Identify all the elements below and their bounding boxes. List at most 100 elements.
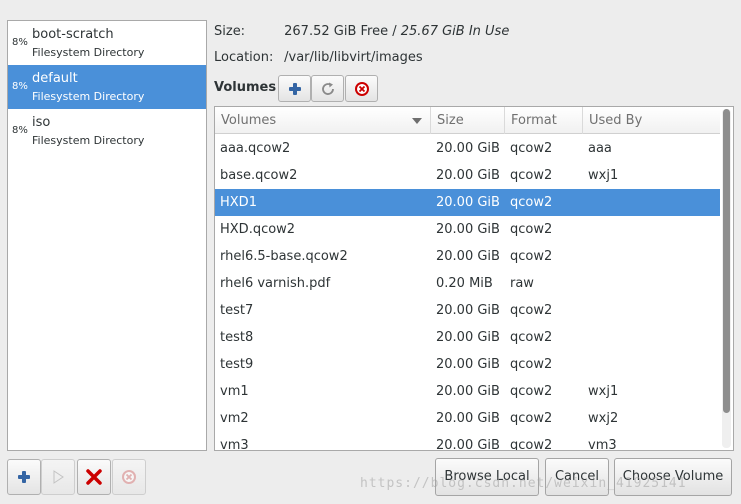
- delete-volume-button[interactable]: [345, 75, 378, 102]
- volume-size: 20.00 GiB: [436, 411, 500, 426]
- volume-name: rhel6 varnish.pdf: [220, 276, 331, 291]
- table-row[interactable]: test8 20.00 GiB qcow2: [215, 324, 720, 351]
- pool-location-row: Location: /var/lib/libvirt/images: [214, 50, 423, 65]
- volume-format: qcow2: [510, 249, 553, 264]
- column-header-size[interactable]: Size: [431, 107, 505, 134]
- volume-size: 0.20 MiB: [436, 276, 493, 291]
- pool-name: iso: [32, 115, 51, 130]
- volume-name: vm1: [220, 384, 249, 399]
- add-pool-button[interactable]: [7, 459, 41, 495]
- volume-format: qcow2: [510, 303, 553, 318]
- volume-name: rhel6.5-base.qcow2: [220, 249, 348, 264]
- volume-size: 20.00 GiB: [436, 357, 500, 372]
- delete-icon: [354, 81, 369, 96]
- table-row[interactable]: test7 20.00 GiB qcow2: [215, 297, 720, 324]
- refresh-icon: [321, 82, 334, 95]
- volume-name: test7: [220, 303, 254, 318]
- vertical-scrollbar[interactable]: [722, 109, 731, 448]
- volume-format: qcow2: [510, 168, 553, 183]
- table-row[interactable]: rhel6 varnish.pdf 0.20 MiB raw: [215, 270, 720, 297]
- volume-table[interactable]: Volumes Size Format Used By aaa.qcow2 20…: [214, 106, 734, 451]
- pool-name: default: [32, 71, 78, 86]
- pool-size-row: Size: 267.52 GiB Free / 25.67 GiB In Use: [214, 24, 509, 39]
- volume-format: qcow2: [510, 195, 553, 210]
- location-label: Location:: [214, 50, 274, 65]
- table-row[interactable]: vm3 20.00 GiB qcow2 vm3: [215, 432, 720, 451]
- volume-format: qcow2: [510, 141, 553, 156]
- volume-size: 20.00 GiB: [436, 303, 500, 318]
- volume-format: raw: [510, 276, 534, 291]
- table-row[interactable]: rhel6.5-base.qcow2 20.00 GiB qcow2: [215, 243, 720, 270]
- add-volume-button[interactable]: [278, 75, 311, 102]
- scrollbar-thumb[interactable]: [723, 109, 730, 413]
- volume-size: 20.00 GiB: [436, 141, 500, 156]
- pool-type: Filesystem Directory: [32, 90, 145, 103]
- table-row[interactable]: vm2 20.00 GiB qcow2 wxj2: [215, 405, 720, 432]
- pool-usage-percent: 8%: [12, 37, 28, 48]
- play-icon: [53, 470, 64, 484]
- volume-format: qcow2: [510, 384, 553, 399]
- volume-used-by: aaa: [588, 141, 612, 156]
- refresh-volumes-button[interactable]: [311, 75, 344, 102]
- size-value: 267.52 GiB Free / 25.67 GiB In Use: [284, 24, 509, 39]
- volume-used-by: wxj1: [588, 168, 619, 183]
- volume-used-by: wxj2: [588, 411, 619, 426]
- pool-usage-percent: 8%: [12, 125, 28, 136]
- pool-usage-percent: 8%: [12, 81, 28, 92]
- volume-format: qcow2: [510, 357, 553, 372]
- volume-size: 20.00 GiB: [436, 249, 500, 264]
- volume-name: base.qcow2: [220, 168, 298, 183]
- volume-size: 20.00 GiB: [436, 168, 500, 183]
- stop-pool-button[interactable]: [77, 459, 111, 495]
- volume-format: qcow2: [510, 330, 553, 345]
- volume-format: qcow2: [510, 411, 553, 426]
- volume-name: aaa.qcow2: [220, 141, 291, 156]
- table-row[interactable]: vm1 20.00 GiB qcow2 wxj1: [215, 378, 720, 405]
- volume-rows: aaa.qcow2 20.00 GiB qcow2 aaa base.qcow2…: [215, 135, 720, 451]
- sort-down-icon: [412, 118, 422, 124]
- watermark-text: https://blog.csdn.net/weixin_41925141: [360, 476, 687, 491]
- table-row-selected[interactable]: HXD1 20.00 GiB qcow2: [215, 189, 720, 216]
- volume-size: 20.00 GiB: [436, 384, 500, 399]
- volume-used-by: wxj1: [588, 384, 619, 399]
- volume-name: HXD1: [220, 195, 257, 210]
- column-header-format[interactable]: Format: [505, 107, 583, 134]
- pool-name: boot-scratch: [32, 27, 114, 42]
- volume-format: qcow2: [510, 222, 553, 237]
- volume-size: 20.00 GiB: [436, 330, 500, 345]
- size-in-use: 25.67 GiB In Use: [400, 24, 510, 39]
- volume-name: HXD.qcow2: [220, 222, 296, 237]
- add-icon: [18, 471, 30, 483]
- column-header-volumes[interactable]: Volumes: [215, 107, 431, 134]
- table-row[interactable]: aaa.qcow2 20.00 GiB qcow2 aaa: [215, 135, 720, 162]
- size-free: 267.52 GiB Free /: [284, 24, 397, 39]
- volume-size: 20.00 GiB: [436, 438, 500, 451]
- stop-icon: [86, 469, 102, 485]
- pool-type: Filesystem Directory: [32, 134, 145, 147]
- start-pool-button[interactable]: [41, 459, 75, 495]
- volume-used-by: vm3: [588, 438, 617, 451]
- pool-item-iso[interactable]: 8% iso Filesystem Directory: [8, 109, 206, 153]
- table-row[interactable]: test9 20.00 GiB qcow2: [215, 351, 720, 378]
- size-label: Size:: [214, 24, 246, 39]
- volume-format: qcow2: [510, 438, 553, 451]
- delete-icon: [122, 470, 136, 484]
- volume-table-header: Volumes Size Format Used By: [215, 107, 720, 134]
- volume-size: 20.00 GiB: [436, 222, 500, 237]
- volume-name: vm3: [220, 438, 249, 451]
- add-icon: [288, 82, 301, 95]
- table-row[interactable]: HXD.qcow2 20.00 GiB qcow2: [215, 216, 720, 243]
- pool-item-boot-scratch[interactable]: 8% boot-scratch Filesystem Directory: [8, 21, 206, 65]
- delete-pool-button[interactable]: [112, 459, 146, 495]
- volume-size: 20.00 GiB: [436, 195, 500, 210]
- pool-item-default[interactable]: 8% default Filesystem Directory: [8, 65, 206, 109]
- table-row[interactable]: base.qcow2 20.00 GiB qcow2 wxj1: [215, 162, 720, 189]
- volume-name: test9: [220, 357, 254, 372]
- column-header-used-by[interactable]: Used By: [583, 107, 720, 134]
- volumes-label: Volumes: [214, 80, 277, 95]
- pool-list[interactable]: 8% boot-scratch Filesystem Directory 8% …: [7, 20, 207, 451]
- location-value: /var/lib/libvirt/images: [284, 50, 423, 65]
- volume-name: vm2: [220, 411, 249, 426]
- volume-name: test8: [220, 330, 254, 345]
- pool-type: Filesystem Directory: [32, 46, 145, 59]
